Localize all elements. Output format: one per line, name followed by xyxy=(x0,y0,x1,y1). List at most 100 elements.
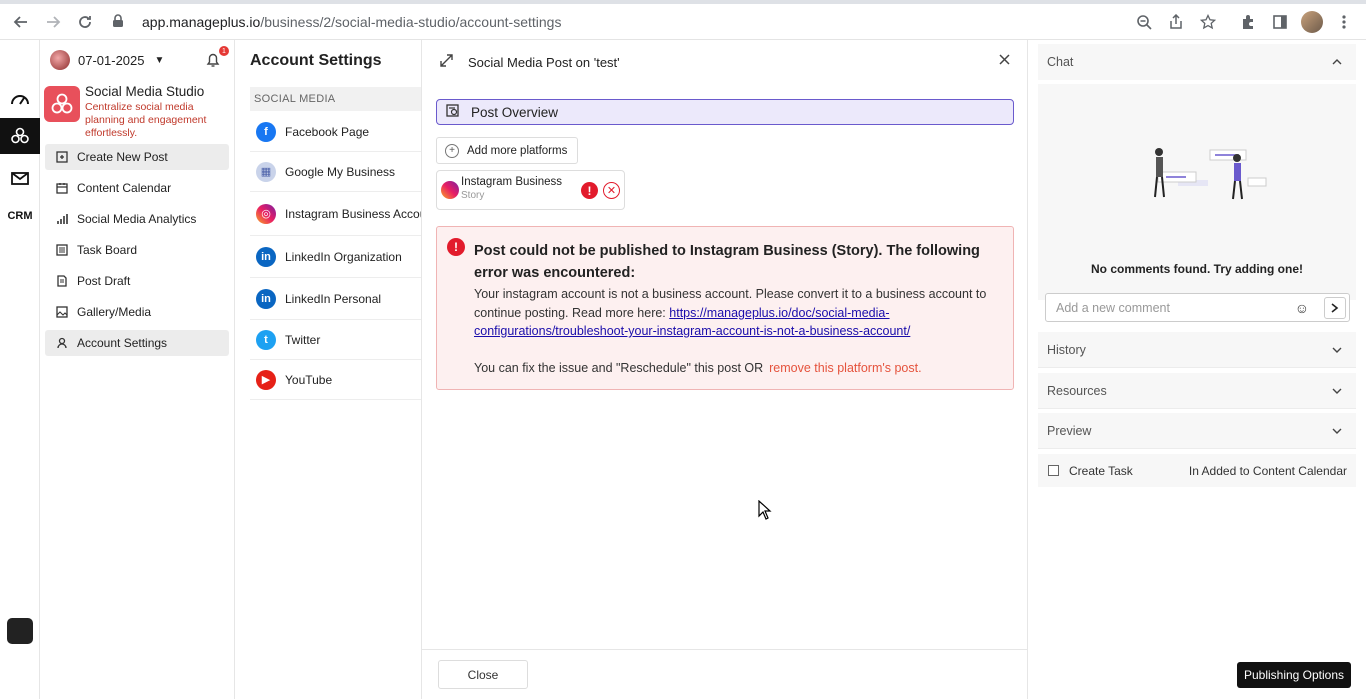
nav-social-media-analytics[interactable]: Social Media Analytics xyxy=(45,206,229,232)
nav-label: Create New Post xyxy=(77,150,168,164)
back-icon[interactable] xyxy=(9,10,33,34)
forward-icon[interactable] xyxy=(41,10,65,34)
share-icon[interactable] xyxy=(1164,10,1188,34)
empty-chat-illustration xyxy=(1154,148,1267,200)
instagram-icon xyxy=(441,181,459,199)
resources-accordion[interactable]: Resources xyxy=(1038,373,1356,409)
preview-label: Preview xyxy=(1047,423,1092,438)
platform-label: LinkedIn Organization xyxy=(285,249,402,264)
account-settings-title: Account Settings xyxy=(250,52,382,69)
history-label: History xyxy=(1047,342,1086,357)
nav-create-new-post[interactable]: Create New Post xyxy=(45,144,229,170)
date-selector[interactable]: 07-01-2025 ▼ xyxy=(50,50,164,70)
remove-circle-icon[interactable]: ✕ xyxy=(603,182,620,199)
profile-avatar[interactable] xyxy=(1300,10,1324,34)
account-settings-panel: Account Settings SOCIAL MEDIA f Facebook… xyxy=(235,40,422,699)
url-host: app.manageplus.io xyxy=(142,14,261,30)
nav-label: Task Board xyxy=(77,243,138,257)
nav-content-calendar[interactable]: Content Calendar xyxy=(45,175,229,201)
chat-label: Chat xyxy=(1047,55,1074,69)
fix-text: You can fix the issue and "Reschedule" t… xyxy=(474,361,764,375)
platform-linkedin-organization[interactable]: in LinkedIn Organization xyxy=(250,236,421,278)
zoom-icon[interactable] xyxy=(1132,10,1156,34)
social-studio-icon[interactable] xyxy=(0,118,40,154)
studio-title: Social Media Studio xyxy=(85,84,205,99)
studio-logo-icon xyxy=(44,86,80,122)
platform-twitter[interactable]: t Twitter xyxy=(250,320,421,360)
studio-header: Social Media Studio Centralize social me… xyxy=(44,84,234,139)
modal-header: Social Media Post on 'test' xyxy=(440,52,1010,72)
close-button[interactable]: Close xyxy=(438,660,528,689)
mail-campaign-icon[interactable] xyxy=(0,160,40,196)
task-status: In Added to Content Calendar xyxy=(1188,463,1347,478)
publish-error-box: ! Post could not be published to Instagr… xyxy=(436,226,1014,390)
extensions-icon[interactable] xyxy=(1236,10,1260,34)
task-board-icon xyxy=(55,243,69,257)
plus-circle-icon: + xyxy=(445,143,459,158)
social-media-section-header: SOCIAL MEDIA xyxy=(250,87,421,111)
create-task-label: Create Task xyxy=(1069,463,1133,478)
dashboard-gauge-icon[interactable] xyxy=(0,80,40,116)
error-title: Post could not be published to Instagram… xyxy=(474,243,980,281)
linkedin-icon: in xyxy=(256,246,276,267)
platform-chip-type: Story xyxy=(461,190,485,201)
platform-google-my-business[interactable]: ▦ Google My Business xyxy=(250,152,421,192)
platform-linkedin-personal[interactable]: in LinkedIn Personal xyxy=(250,278,421,320)
warning-icon: ! xyxy=(581,182,598,199)
browser-menu-icon[interactable] xyxy=(1332,10,1356,34)
business-avatar xyxy=(50,50,70,70)
youtube-icon: ▶ xyxy=(256,369,276,390)
nav-gallery-media[interactable]: Gallery/Media xyxy=(45,299,229,325)
error-body: Your instagram account is not a business… xyxy=(474,285,1004,341)
chevron-down-icon xyxy=(1332,344,1342,356)
platform-label: Facebook Page xyxy=(285,124,370,139)
overview-icon xyxy=(446,103,462,121)
reload-icon[interactable] xyxy=(73,10,97,34)
chevron-down-icon xyxy=(1332,385,1342,397)
emoji-icon[interactable]: ☺ xyxy=(1295,300,1309,316)
comment-input[interactable]: Add a new comment ☺ xyxy=(1045,293,1350,322)
send-comment-button[interactable] xyxy=(1324,297,1346,319)
platform-chip-instagram[interactable]: Instagram Business Story ! ✕ xyxy=(436,170,625,210)
nav-task-board[interactable]: Task Board xyxy=(45,237,229,263)
platform-label: Twitter xyxy=(285,332,321,347)
studio-sidebar: 07-01-2025 ▼ 1 Social Media Studio Centr… xyxy=(40,40,235,699)
platform-youtube[interactable]: ▶ YouTube xyxy=(250,360,421,400)
platform-instagram-business[interactable]: ◎ Instagram Business Account xyxy=(250,192,421,236)
platform-facebook-page[interactable]: f Facebook Page xyxy=(250,112,421,152)
address-bar[interactable]: app.manageplus.io/business/2/social-medi… xyxy=(112,8,1232,36)
right-side-panel: Chat No comments found. Try adding one! … xyxy=(1028,40,1366,699)
chevron-up-icon xyxy=(1332,56,1342,68)
platform-label: LinkedIn Personal xyxy=(285,291,382,306)
nav-label: Content Calendar xyxy=(77,181,172,195)
calendar-icon xyxy=(55,181,69,195)
draft-icon xyxy=(55,274,69,288)
error-icon: ! xyxy=(447,238,465,256)
modal-footer: Close xyxy=(422,649,1028,699)
bookmark-star-icon[interactable] xyxy=(1196,10,1220,34)
expand-icon[interactable] xyxy=(440,54,456,70)
analytics-icon xyxy=(55,212,69,226)
remove-platform-post-link[interactable]: remove this platform's post. xyxy=(769,361,921,375)
add-more-platforms-button[interactable]: + Add more platforms xyxy=(436,137,578,164)
comment-placeholder: Add a new comment xyxy=(1056,300,1170,315)
nav-label: Gallery/Media xyxy=(77,305,152,319)
nav-post-draft[interactable]: Post Draft xyxy=(45,268,229,294)
crm-icon[interactable]: CRM xyxy=(0,198,40,234)
nav-account-settings[interactable]: Account Settings xyxy=(45,330,229,356)
preview-accordion[interactable]: Preview xyxy=(1038,413,1356,449)
platform-chip-name: Instagram Business xyxy=(461,176,562,188)
platform-list: f Facebook Page ▦ Google My Business ◎ I… xyxy=(250,112,421,400)
history-accordion[interactable]: History xyxy=(1038,332,1356,368)
nav-label: Account Settings xyxy=(77,336,168,350)
lock-icon xyxy=(112,13,132,31)
create-task-checkbox[interactable] xyxy=(1048,465,1059,476)
twitter-icon: t xyxy=(256,329,276,350)
post-overview-tab[interactable]: Post Overview xyxy=(436,99,1014,125)
user-avatar[interactable] xyxy=(7,618,33,644)
close-icon[interactable] xyxy=(999,52,1010,69)
publishing-options-button[interactable]: Publishing Options xyxy=(1237,662,1351,688)
chat-accordion[interactable]: Chat xyxy=(1038,44,1356,80)
facebook-icon: f xyxy=(256,121,276,142)
side-panel-icon[interactable] xyxy=(1268,10,1292,34)
